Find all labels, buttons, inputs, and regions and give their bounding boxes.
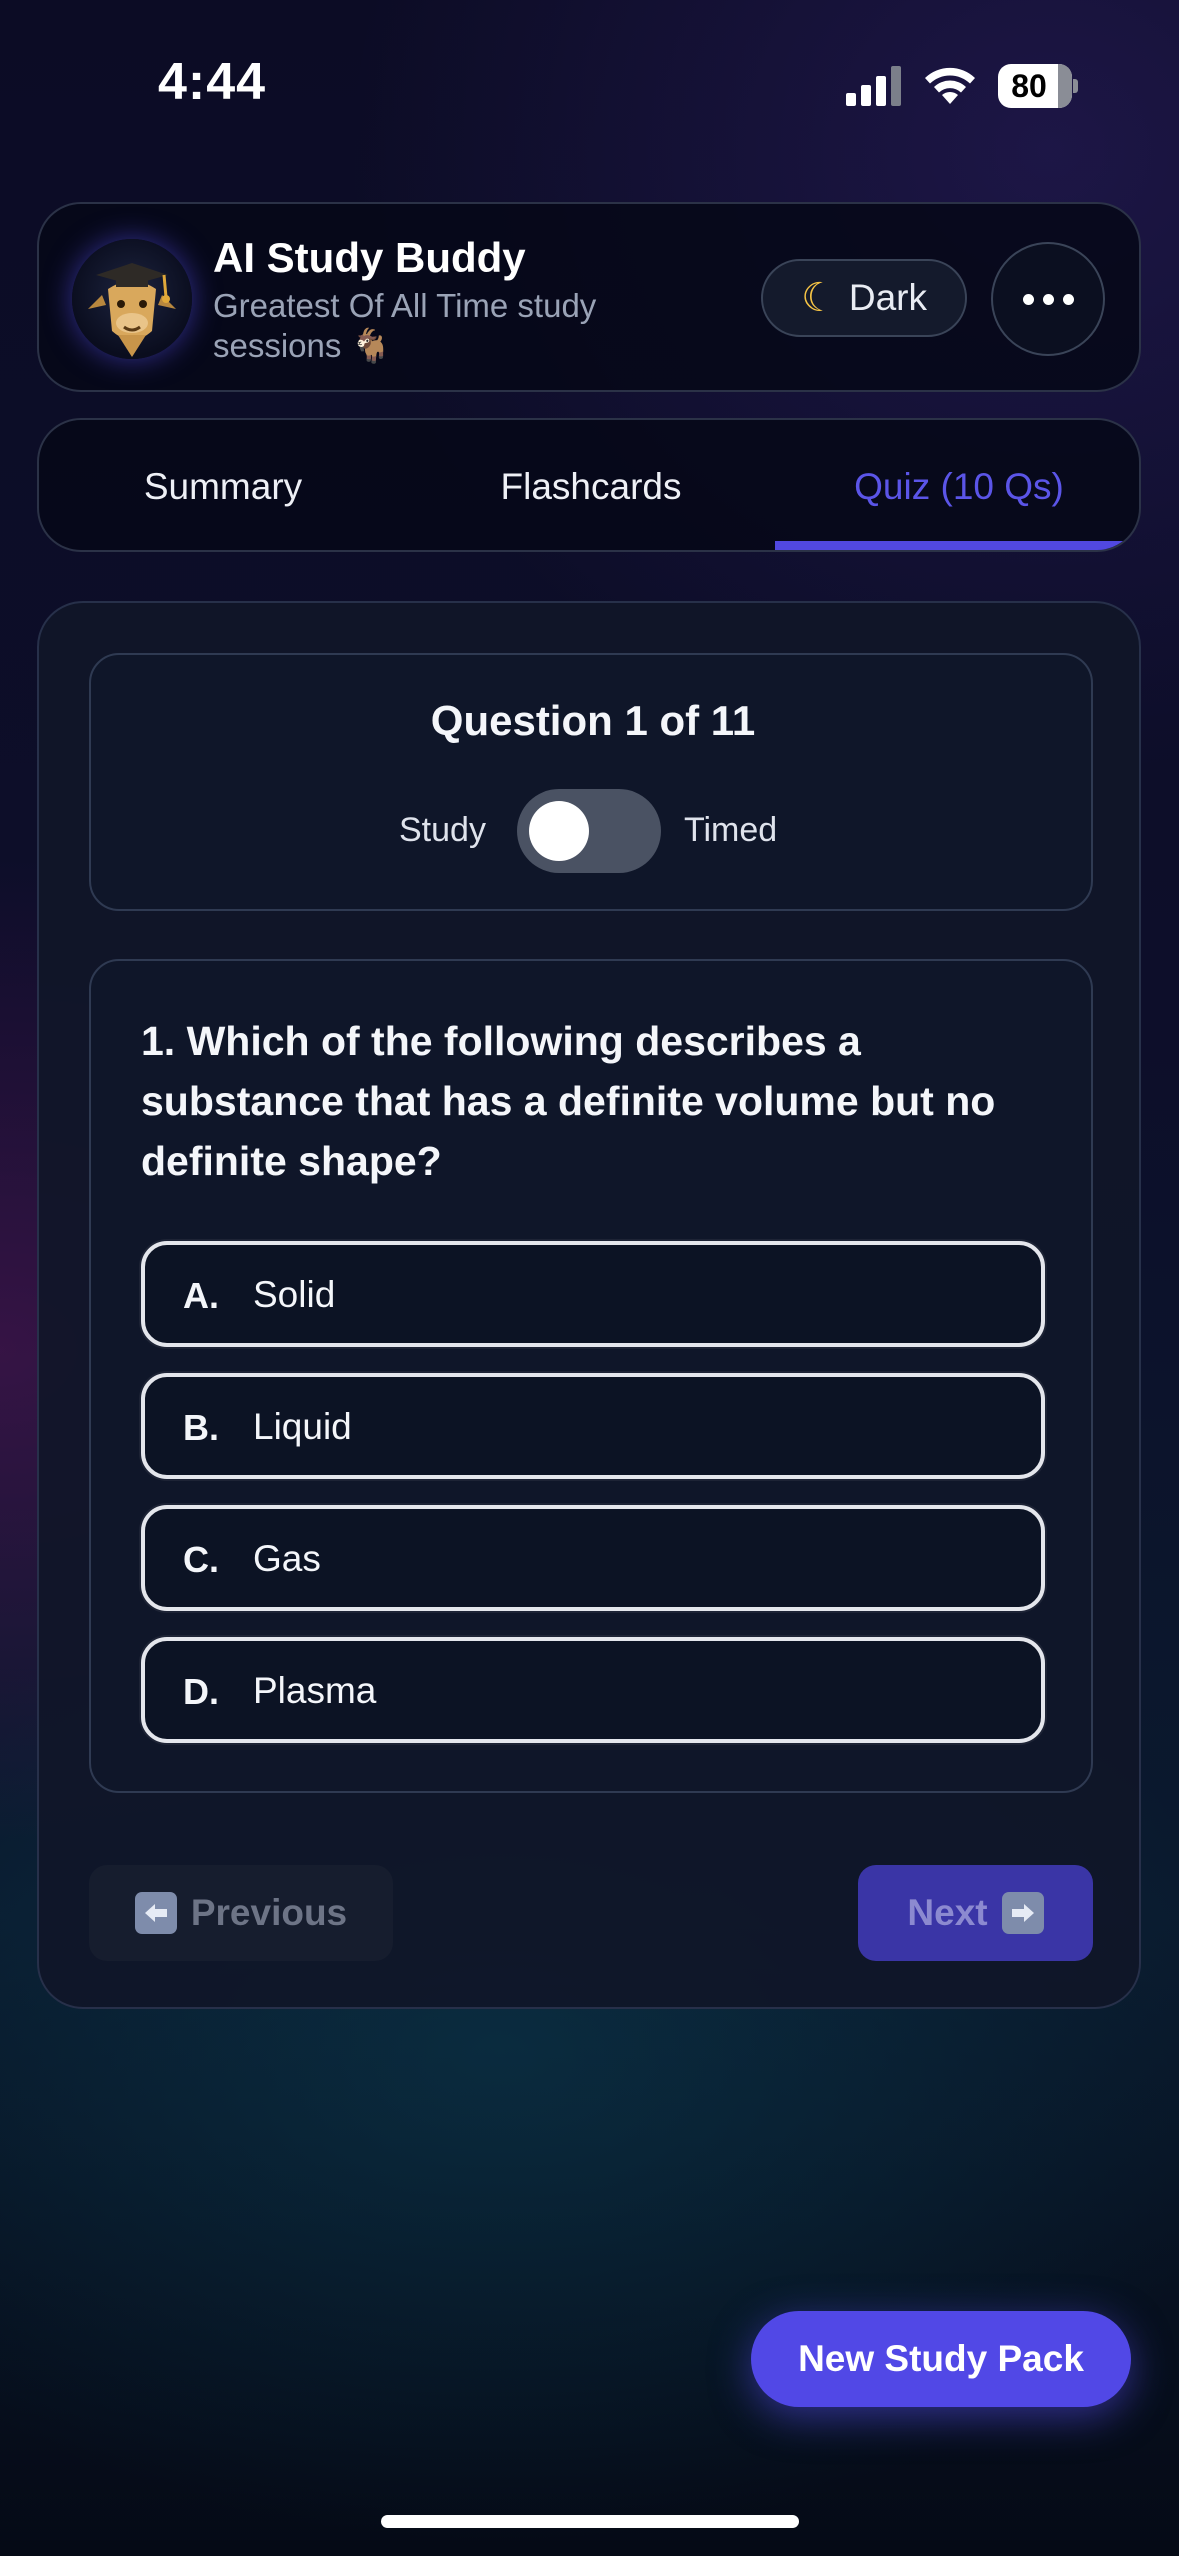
goat-mascot-icon [88, 263, 176, 357]
app-header: AI Study Buddy Greatest Of All Time stud… [37, 202, 1141, 392]
option-letter: A. [183, 1275, 219, 1316]
arrow-right-icon [1001, 1892, 1044, 1934]
arrow-left-icon [134, 1892, 177, 1934]
answer-option-a[interactable]: A. Solid [141, 1241, 1045, 1347]
next-label: Next [907, 1892, 988, 1933]
ellipsis-icon-dot [1062, 293, 1074, 305]
app-title: AI Study Buddy [213, 234, 526, 281]
theme-label: Dark [848, 277, 927, 318]
option-text: Gas [253, 1538, 321, 1579]
cellular-signal-icon [846, 66, 901, 106]
option-text: Solid [253, 1274, 336, 1315]
option-letter: C. [183, 1539, 219, 1580]
mode-study-label: Study [399, 811, 486, 849]
status-bar: 4:44 80 [0, 0, 1179, 170]
wifi-icon [925, 67, 975, 104]
active-tab-indicator [775, 541, 1139, 550]
tab-quiz[interactable]: Quiz (10 Qs) [775, 420, 1139, 550]
moon-icon: ☾ [801, 276, 837, 320]
quiz-panel: Question 1 of 11 Study Timed 1. Which of… [37, 601, 1141, 2009]
new-study-pack-button[interactable]: New Study Pack [751, 2311, 1131, 2407]
tab-bar: Summary Flashcards Quiz (10 Qs) [37, 418, 1141, 552]
option-text: Plasma [253, 1670, 377, 1711]
status-time: 4:44 [158, 53, 267, 111]
option-text: Liquid [253, 1406, 352, 1447]
toggle-knob [529, 801, 589, 861]
more-options-button[interactable] [991, 242, 1105, 356]
mode-switch-row: Study Timed [91, 789, 1095, 873]
app-subtitle: Greatest Of All Time study sessions 🐐 [213, 287, 597, 364]
theme-toggle-button[interactable]: ☾ Dark [761, 259, 967, 337]
goat-avatar [72, 239, 192, 359]
battery-body: 80 [998, 64, 1072, 108]
tab-summary[interactable]: Summary [39, 420, 407, 550]
answer-option-c[interactable]: C. Gas [141, 1505, 1045, 1611]
option-letter: D. [183, 1671, 219, 1712]
battery-empty-portion [1058, 64, 1072, 108]
question-text: 1. Which of the following describes a su… [141, 1018, 996, 1184]
answer-option-b[interactable]: B. Liquid [141, 1373, 1045, 1479]
next-button[interactable]: Next [858, 1865, 1093, 1961]
battery-level: 80 [1011, 68, 1047, 104]
answer-option-d[interactable]: D. Plasma [141, 1637, 1045, 1743]
battery-icon: 80 [998, 64, 1078, 108]
tab-flashcards[interactable]: Flashcards [407, 420, 775, 550]
question-counter: Question 1 of 11 [430, 697, 756, 744]
home-indicator[interactable] [381, 2515, 799, 2528]
ellipsis-icon [1022, 293, 1034, 305]
previous-label: Previous [190, 1892, 348, 1933]
ellipsis-icon-dot [1042, 293, 1054, 305]
timed-mode-toggle[interactable] [517, 789, 661, 873]
battery-cap [1073, 79, 1078, 93]
mode-timed-label: Timed [684, 811, 778, 849]
previous-button[interactable]: Previous [89, 1865, 393, 1961]
option-letter: B. [183, 1407, 219, 1448]
quiz-progress-box: Question 1 of 11 Study Timed [89, 653, 1093, 911]
question-box: 1. Which of the following describes a su… [89, 959, 1093, 1793]
